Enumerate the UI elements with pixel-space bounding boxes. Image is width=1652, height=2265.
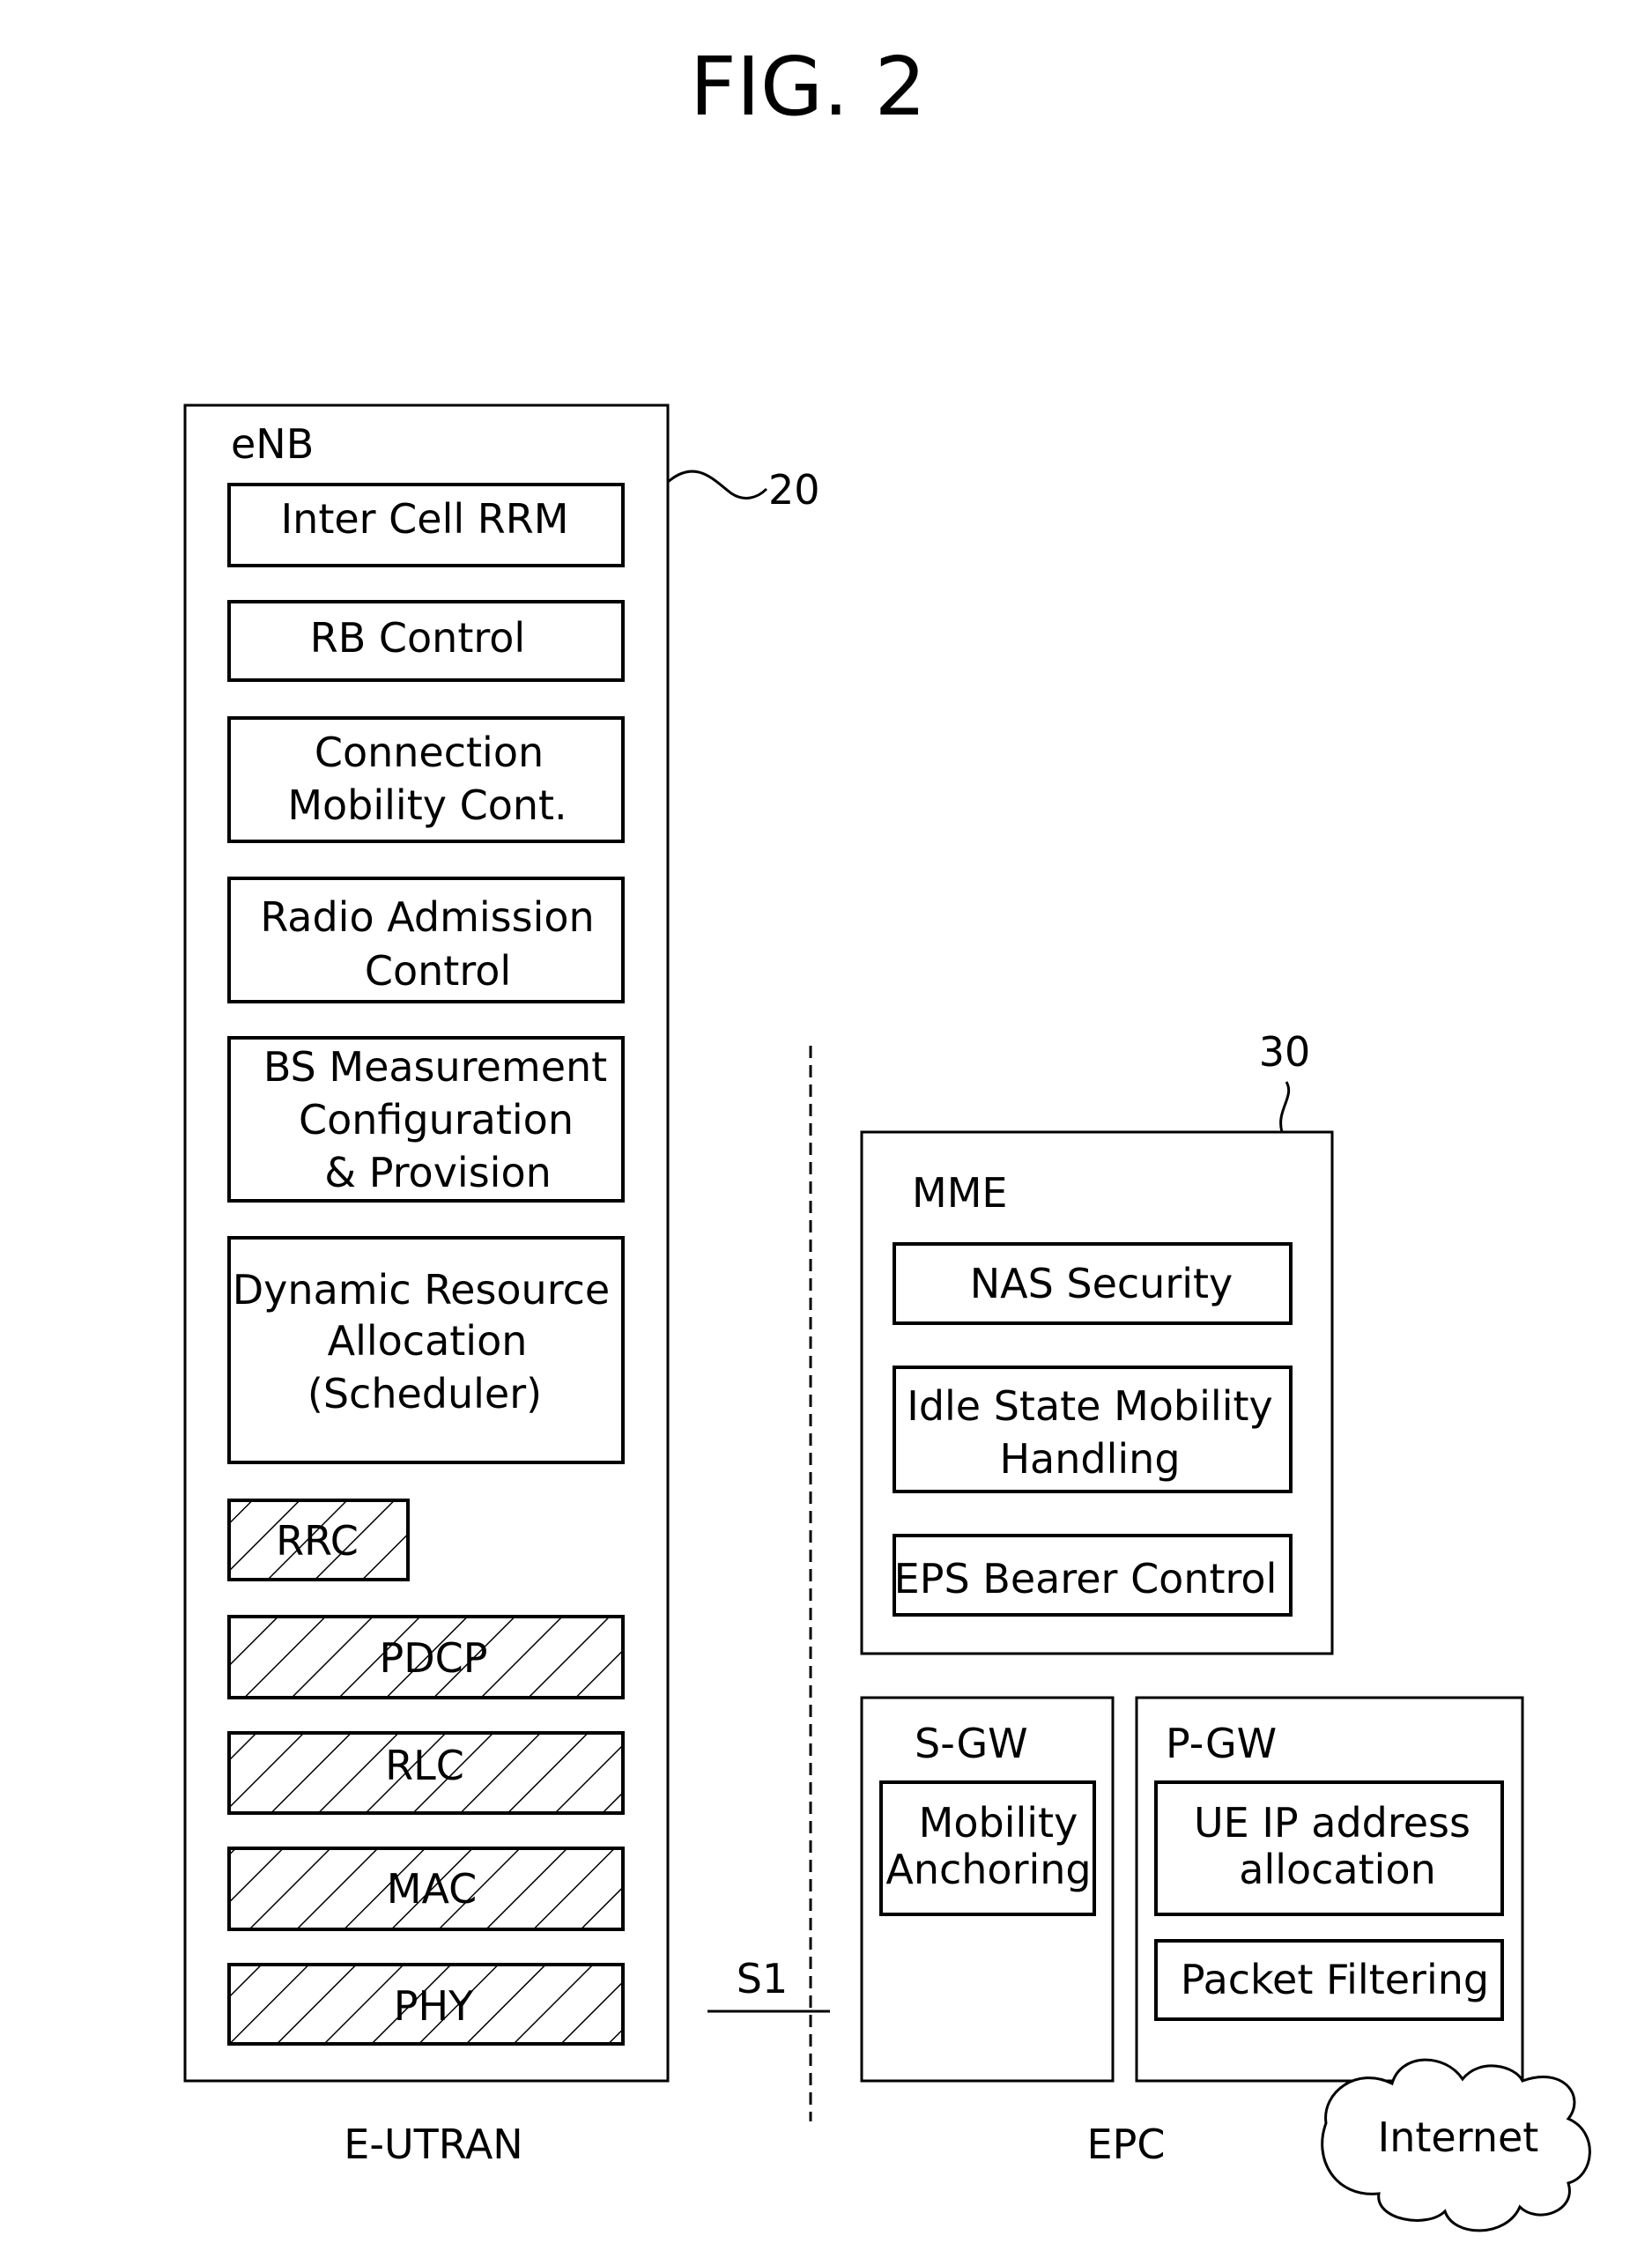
layer-label: PHY	[394, 1982, 474, 2030]
function-label-line1: Connection	[315, 729, 544, 776]
layer-rrc: RRC	[227, 1499, 410, 1581]
layer-label: PDCP	[379, 1634, 487, 1682]
mme-function-eps-bearer-control: EPS Bearer Control	[893, 1534, 1293, 1617]
mme-function-idle-state-mobility: Idle State Mobility Handling	[893, 1366, 1293, 1493]
function-label-line3: & Provision	[324, 1149, 552, 1196]
enb-function-bs-measurement: BS Measurement Configuration & Provision	[227, 1036, 625, 1203]
function-label: EPS Bearer Control	[894, 1555, 1278, 1603]
enb-function-rb-control: RB Control	[227, 600, 625, 682]
layer-mac: MAC	[227, 1847, 625, 1931]
sgw-block: S-GW Mobility Anchoring	[860, 1696, 1115, 2083]
mme-ref-number: 30	[1259, 1028, 1311, 1076]
region-label-epc: EPC	[1087, 2121, 1166, 2168]
internet-label: Internet	[1378, 2113, 1539, 2161]
enb-ref-leader	[667, 470, 768, 500]
function-label-line2: Allocation	[328, 1317, 528, 1365]
enb-block: eNB 20 Inter Cell RRM RB Control Connect…	[183, 403, 820, 2083]
function-label-line2: Handling	[999, 1435, 1180, 1483]
layer-rlc: RLC	[227, 1731, 625, 1815]
layer-label: RLC	[385, 1742, 464, 1789]
layer-phy: PHY	[227, 1963, 625, 2046]
enb-function-radio-admission: Radio Admission Control	[227, 877, 625, 1003]
enb-function-connection-mobility: Connection Mobility Cont.	[227, 716, 625, 843]
function-label: NAS Security	[970, 1260, 1233, 1307]
enb-ref-number: 20	[768, 466, 820, 514]
pgw-function-packet-filtering: Packet Filtering	[1154, 1939, 1504, 2021]
function-label-line3: (Scheduler)	[307, 1370, 542, 1417]
enb-function-inter-cell-rrm: Inter Cell RRM	[227, 483, 625, 567]
internet-cloud: Internet	[1321, 2058, 1591, 2232]
function-label-line1: Dynamic Resource	[233, 1266, 610, 1314]
function-label: Packet Filtering	[1181, 1956, 1489, 2003]
s1-label: S1	[737, 1955, 788, 2002]
layer-label: MAC	[387, 1865, 477, 1913]
layer-label: RRC	[276, 1517, 359, 1565]
enb-function-dynamic-resource-allocation: Dynamic Resource Allocation (Scheduler)	[227, 1236, 625, 1464]
function-label: Inter Cell RRM	[281, 495, 569, 543]
function-label-line2: allocation	[1239, 1846, 1436, 1893]
pgw-label: P-GW	[1166, 1720, 1277, 1767]
lte-architecture-diagram: FIG. 2 eNB 20 Inter Cell RRM RB Control …	[183, 40, 1591, 2232]
mme-function-nas-security: NAS Security	[893, 1242, 1293, 1325]
function-label-line1: Mobility	[919, 1799, 1078, 1847]
function-label-line2: Anchoring	[885, 1846, 1091, 1893]
function-label: RB Control	[310, 614, 525, 662]
function-label-line2: Mobility Cont.	[287, 781, 567, 829]
mme-label: MME	[912, 1169, 1007, 1217]
function-label-line2: Control	[365, 947, 511, 995]
function-label-line1: BS Measurement	[263, 1043, 607, 1091]
mme-ref-leader	[1279, 1081, 1291, 1133]
pgw-function-ue-ip-allocation: UE IP address allocation	[1154, 1780, 1504, 1916]
figure-title: FIG. 2	[690, 40, 926, 134]
function-label-line1: Idle State Mobility	[907, 1382, 1272, 1430]
mme-block: 30 MME NAS Security Idle State Mobility …	[860, 1028, 1334, 1655]
function-label-line1: UE IP address	[1194, 1799, 1471, 1847]
pgw-block: P-GW UE IP address allocation Packet Fil…	[1135, 1696, 1524, 2083]
region-label-eutran: E-UTRAN	[344, 2121, 522, 2168]
sgw-label: S-GW	[915, 1720, 1028, 1767]
function-label-line1: Radio Admission	[260, 893, 594, 941]
function-label-line2: Configuration	[299, 1096, 574, 1144]
enb-label: eNB	[231, 420, 314, 468]
sgw-function-mobility-anchoring: Mobility Anchoring	[879, 1780, 1096, 1916]
layer-pdcp: PDCP	[227, 1615, 625, 1699]
